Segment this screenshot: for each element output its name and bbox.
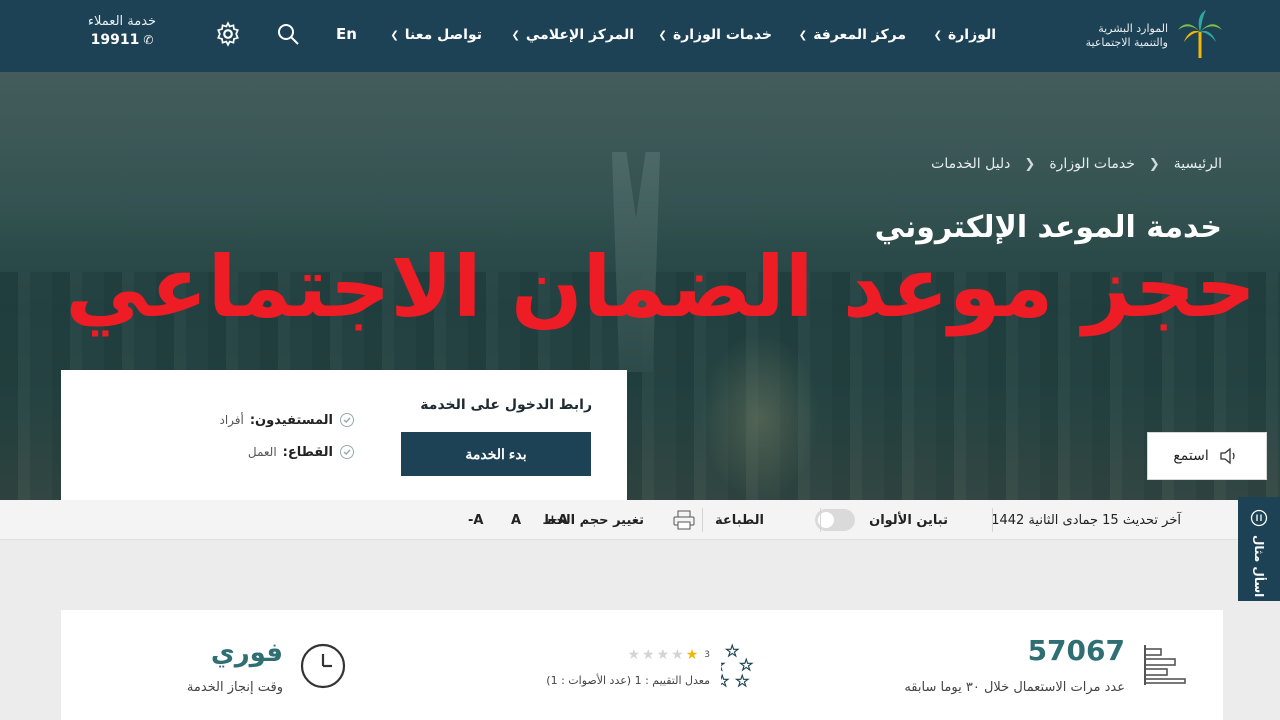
customer-service-number-row: ✆ 19911 xyxy=(76,32,168,48)
nav-knowledge-center[interactable]: مركز المعرفة ❯ xyxy=(799,24,906,46)
chevron-down-icon: ❯ xyxy=(933,29,942,41)
palm-logo-icon xyxy=(1178,10,1222,58)
service-access-card: رابط الدخول على الخدمة بدء الخدمة المستف… xyxy=(61,370,627,500)
star-1[interactable]: ★ xyxy=(686,647,699,663)
listen-button[interactable]: استمع xyxy=(1147,432,1267,480)
toolbar-divider xyxy=(992,508,993,532)
printer-icon xyxy=(673,510,695,530)
customer-service-label: خدمة العملاء xyxy=(87,14,157,29)
sector-value: العمل xyxy=(247,445,277,459)
service-stats-card: 57067 عدد مرات الاستعمال خلال ٣٠ يوما سا… xyxy=(61,610,1223,720)
chevron-down-icon: ❯ xyxy=(798,29,808,41)
nav-media-center[interactable]: المركز الإعلامي ❯ xyxy=(511,24,634,46)
last-update: آخر تحديث 15 جمادى الثانية 1442 xyxy=(991,512,1181,528)
breadcrumb-ministry-services[interactable]: خدمات الوزارة xyxy=(1049,156,1135,172)
time-label: وقت إنجاز الخدمة xyxy=(186,680,283,695)
accessibility-toolbar: آخر تحديث 15 جمادى الثانية 1442 تباين ال… xyxy=(0,500,1238,540)
rating-badge: 3 xyxy=(704,650,710,660)
check-circle-icon xyxy=(340,445,354,459)
rating-stars-icon: ★ ★ ★ ★ ★ xyxy=(721,641,754,690)
ask-side-tab[interactable]: اسأل مثال xyxy=(1238,497,1280,601)
nav-knowledge-center-label: مركز المعرفة xyxy=(813,27,906,43)
sector-label: القطاع: xyxy=(282,444,333,460)
language-switch[interactable]: En xyxy=(336,25,357,43)
nav-ministry[interactable]: الوزارة ❯ xyxy=(934,24,996,46)
toolbar-divider xyxy=(820,508,821,532)
nav-contact-us[interactable]: تواصل معنا ❯ xyxy=(390,24,482,46)
print-control[interactable]: الطباعة xyxy=(673,500,764,540)
usage-label: عدد مرات الاستعمال خلال ٣٠ يوما سابقه xyxy=(904,680,1125,695)
logo-text-line2: والتنمية الاجتماعية xyxy=(1085,36,1168,49)
breadcrumb-services-guide[interactable]: دليل الخدمات xyxy=(931,156,1010,172)
chat-icon xyxy=(1250,509,1268,527)
breadcrumb-home[interactable]: الرئيسية xyxy=(1174,156,1222,172)
logo-text-line1: الموارد البشرية xyxy=(1098,22,1168,35)
clock-icon xyxy=(300,643,346,689)
customer-service-number: 19911 xyxy=(90,32,140,48)
breadcrumb: الرئيسية ❮ خدمات الوزارة ❮ دليل الخدمات xyxy=(931,156,1222,172)
customer-service[interactable]: خدمة العملاء ✆ 19911 xyxy=(76,14,168,48)
bar-chart-icon xyxy=(1144,645,1186,685)
beneficiaries-row: المستفيدون: أفراد xyxy=(219,412,355,428)
color-contrast-toggle[interactable] xyxy=(815,509,856,531)
toolbar-divider xyxy=(702,508,703,532)
svg-text:★: ★ xyxy=(726,642,739,660)
service-link-heading: رابط الدخول على الخدمة xyxy=(420,397,592,413)
ministry-logo[interactable]: الموارد البشرية والتنمية الاجتماعية xyxy=(1044,10,1224,62)
chevron-down-icon: ❯ xyxy=(390,29,399,41)
nav-contact-us-label: تواصل معنا xyxy=(404,27,482,43)
phone-icon: ✆ xyxy=(143,33,154,47)
star-5[interactable]: ★ xyxy=(627,647,640,663)
beneficiaries-value: أفراد xyxy=(219,413,244,427)
star-4[interactable]: ★ xyxy=(642,647,655,663)
overlay-title: حجز موعد الضمان الاجتماعي xyxy=(65,238,1257,336)
logo-text: الموارد البشرية والتنمية الاجتماعية xyxy=(1086,22,1168,50)
color-contrast-label: تباين الألوان xyxy=(869,512,948,528)
rating-label: معدل التقييم : 1 (عدد الأصوات : 1) xyxy=(546,674,710,687)
search-icon[interactable] xyxy=(276,22,300,46)
font-normal-button[interactable]: A xyxy=(511,500,521,540)
speaker-icon xyxy=(1220,447,1235,465)
sector-row: القطاع: العمل xyxy=(248,444,355,460)
chevron-down-icon: ❯ xyxy=(511,29,520,41)
font-decrease-button[interactable]: A- xyxy=(468,500,483,540)
beneficiaries-label: المستفيدون: xyxy=(249,412,333,428)
nav-ministry-services-label: خدمات الوزارة xyxy=(672,27,772,43)
rating-stars[interactable]: 3 ★ ★ ★ ★ ★ xyxy=(627,647,710,663)
svg-text:★: ★ xyxy=(736,672,749,690)
start-service-button[interactable]: بدء الخدمة xyxy=(401,432,591,476)
ask-side-tab-label: اسأل مثال xyxy=(1252,535,1266,598)
time-value: فوري xyxy=(210,638,283,668)
check-circle-icon xyxy=(340,413,354,427)
usage-count: 57067 xyxy=(1027,634,1125,667)
print-label: الطباعة xyxy=(715,512,764,528)
nav-media-center-label: المركز الإعلامي xyxy=(525,27,634,43)
chevron-left-icon: ❮ xyxy=(1148,156,1160,172)
gear-icon[interactable] xyxy=(215,21,241,47)
listen-label: استمع xyxy=(1173,448,1209,464)
font-increase-button[interactable]: A+ xyxy=(547,500,568,540)
chevron-down-icon: ❯ xyxy=(658,29,667,41)
top-navigation-bar: الموارد البشرية والتنمية الاجتماعية الوز… xyxy=(0,0,1280,72)
svg-text:★: ★ xyxy=(721,672,729,690)
star-2[interactable]: ★ xyxy=(671,647,684,663)
nav-ministry-services[interactable]: خدمات الوزارة ❯ xyxy=(659,24,772,46)
color-contrast-control[interactable]: تباين الألوان xyxy=(815,500,948,540)
star-3[interactable]: ★ xyxy=(657,647,670,663)
nav-ministry-label: الوزارة xyxy=(947,27,996,43)
chevron-left-icon: ❮ xyxy=(1024,156,1036,172)
